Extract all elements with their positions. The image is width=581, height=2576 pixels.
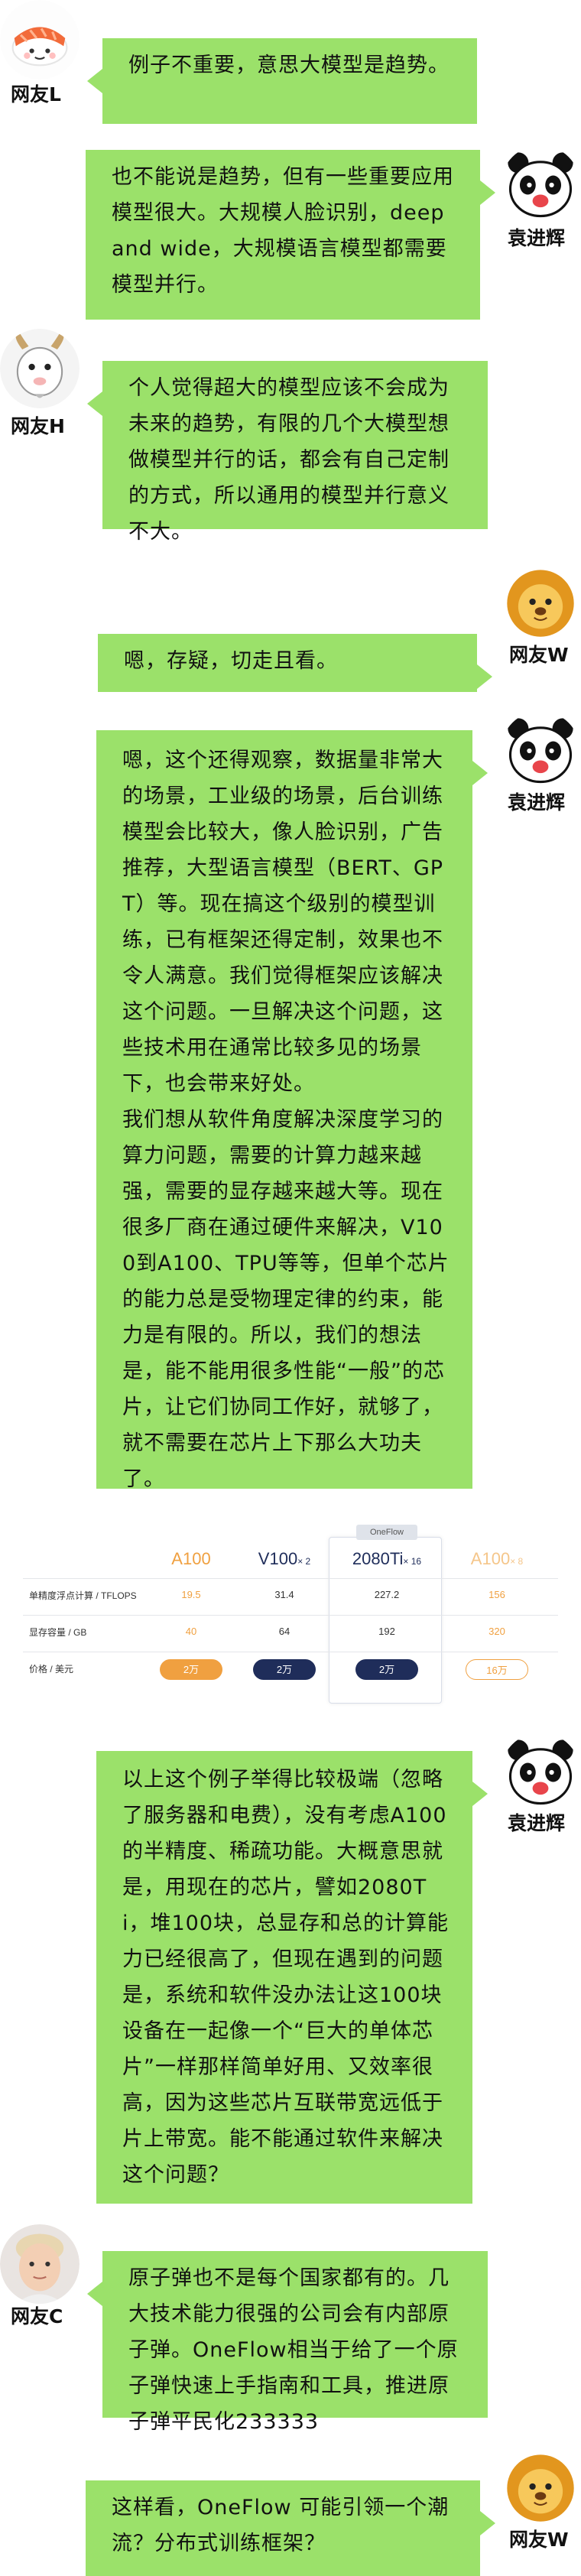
column-header: 2080Ti× 16 — [339, 1549, 434, 1569]
message-text: 这样看，OneFlow 可能引领一个潮流？分布式训练框架？ — [112, 2496, 450, 2555]
column-multiplier: × 2 — [297, 1556, 311, 1567]
speaker-name: 网友L — [11, 83, 61, 106]
column-header: A100 — [145, 1549, 237, 1569]
column-name: V100 — [258, 1549, 298, 1568]
avatar-panda — [501, 711, 580, 791]
message-bubble: 也不能说是趋势，但有一些重要应用模型很大。大规模人脸识别，deep and wi… — [86, 150, 495, 320]
speaker-name: 网友W — [509, 2529, 569, 2551]
avatar-panda — [501, 1733, 580, 1812]
message-text: 也不能说是趋势，但有一些重要应用模型很大。大规模人脸识别，deep and wi… — [112, 165, 454, 297]
message-bubble: 嗯，存疑，切走且看。 — [98, 634, 492, 692]
avatar-panda — [501, 145, 580, 225]
price-pill: 2万 — [160, 1659, 222, 1680]
message-text: 原子弹也不是每个国家都有的。几大技术能力很强的公司会有内部原子弹。OneFlow… — [128, 2266, 459, 2434]
panda-icon — [501, 1733, 580, 1812]
speaker-name: 网友C — [11, 2305, 63, 2327]
message-bubble: 个人觉得超大的模型应该不会成为未来的趋势，有限的几个大模型想做模型并行的话，都会… — [87, 361, 488, 544]
row-label-price: 价格 / 美元 — [29, 1664, 74, 1675]
message-text: 嗯，存疑，切走且看。 — [124, 649, 338, 673]
message-bubble: 原子弹也不是每个国家都有的。几大技术能力很强的公司会有内部原子弹。OneFlow… — [87, 2251, 488, 2434]
table-cell: 40 — [185, 1626, 197, 1637]
price-pill: 2万 — [253, 1659, 316, 1680]
avatar-goat — [0, 329, 80, 408]
column-name: 2080Ti — [352, 1549, 404, 1568]
message-text: 个人觉得超大的模型应该不会成为未来的趋势，有限的几个大模型想做模型并行的话，都会… — [128, 376, 450, 544]
price-pill: 2万 — [355, 1659, 418, 1680]
lion-icon — [501, 562, 580, 642]
table-divider — [23, 1578, 558, 1579]
speaker-name: 网友W — [509, 644, 569, 666]
avatar-sushi — [0, 0, 80, 80]
table-divider — [23, 1615, 558, 1616]
table-cell: 19.5 — [181, 1589, 201, 1600]
panda-icon — [501, 711, 580, 791]
table-cell: 227.2 — [374, 1589, 400, 1600]
panda-icon — [501, 145, 580, 225]
message-text: 例子不重要，意思大模型是趋势。 — [128, 54, 450, 77]
column-name: A100 — [171, 1549, 211, 1568]
goat-icon — [0, 329, 80, 408]
avatar-lion — [501, 562, 580, 642]
table-cell: 31.4 — [274, 1589, 294, 1600]
gpu-comparison-table: OneFlow 单精度浮点计算 / TFLOPS 显存容量 / GB 价格 / … — [0, 1522, 581, 1705]
sushi-icon — [0, 0, 80, 80]
message-bubble: 嗯，这个还得观察，数据量非常大的场景，工业级的场景，后台训练模型会比较大，像人脸… — [96, 730, 488, 1491]
column-header: A100× 8 — [451, 1549, 543, 1569]
child-portrait-icon — [0, 2224, 80, 2304]
speaker-name: 袁进辉 — [508, 227, 566, 249]
speaker-name: 袁进辉 — [508, 791, 566, 814]
column-header: V100× 2 — [239, 1549, 330, 1569]
price-pill: 16万 — [466, 1659, 528, 1680]
avatar-lion — [501, 2447, 580, 2526]
speaker-name: 网友H — [11, 415, 65, 437]
message-bubble: 例子不重要，意思大模型是趋势。 — [87, 38, 477, 124]
speaker-name: 袁进辉 — [508, 1812, 566, 1834]
column-multiplier: × 8 — [510, 1556, 524, 1567]
oneflow-badge: OneFlow — [356, 1525, 417, 1540]
message-text: 嗯，这个还得观察，数据量非常大的场景，工业级的场景，后台训练模型会比较大，像人脸… — [122, 749, 450, 1491]
avatar-child-photo — [0, 2224, 80, 2304]
lion-icon — [501, 2447, 580, 2526]
column-multiplier: × 16 — [403, 1556, 422, 1567]
table-cell: 192 — [378, 1626, 395, 1637]
table-cell: 64 — [278, 1626, 290, 1637]
row-label-tflops: 单精度浮点计算 / TFLOPS — [29, 1590, 137, 1601]
row-label-memory: 显存容量 / GB — [29, 1627, 87, 1638]
table-cell: 156 — [488, 1589, 505, 1600]
message-text: 以上这个例子举得比较极端（忽略了服务器和电费），没有考虑A100 的半精度、稀疏… — [122, 1768, 450, 2187]
message-bubble: 以上这个例子举得比较极端（忽略了服务器和电费），没有考虑A100 的半精度、稀疏… — [96, 1751, 488, 2204]
message-bubble: 这样看，OneFlow 可能引领一个潮流？分布式训练框架？ — [86, 2480, 495, 2576]
table-cell: 320 — [488, 1626, 505, 1637]
column-name: A100 — [470, 1549, 511, 1568]
